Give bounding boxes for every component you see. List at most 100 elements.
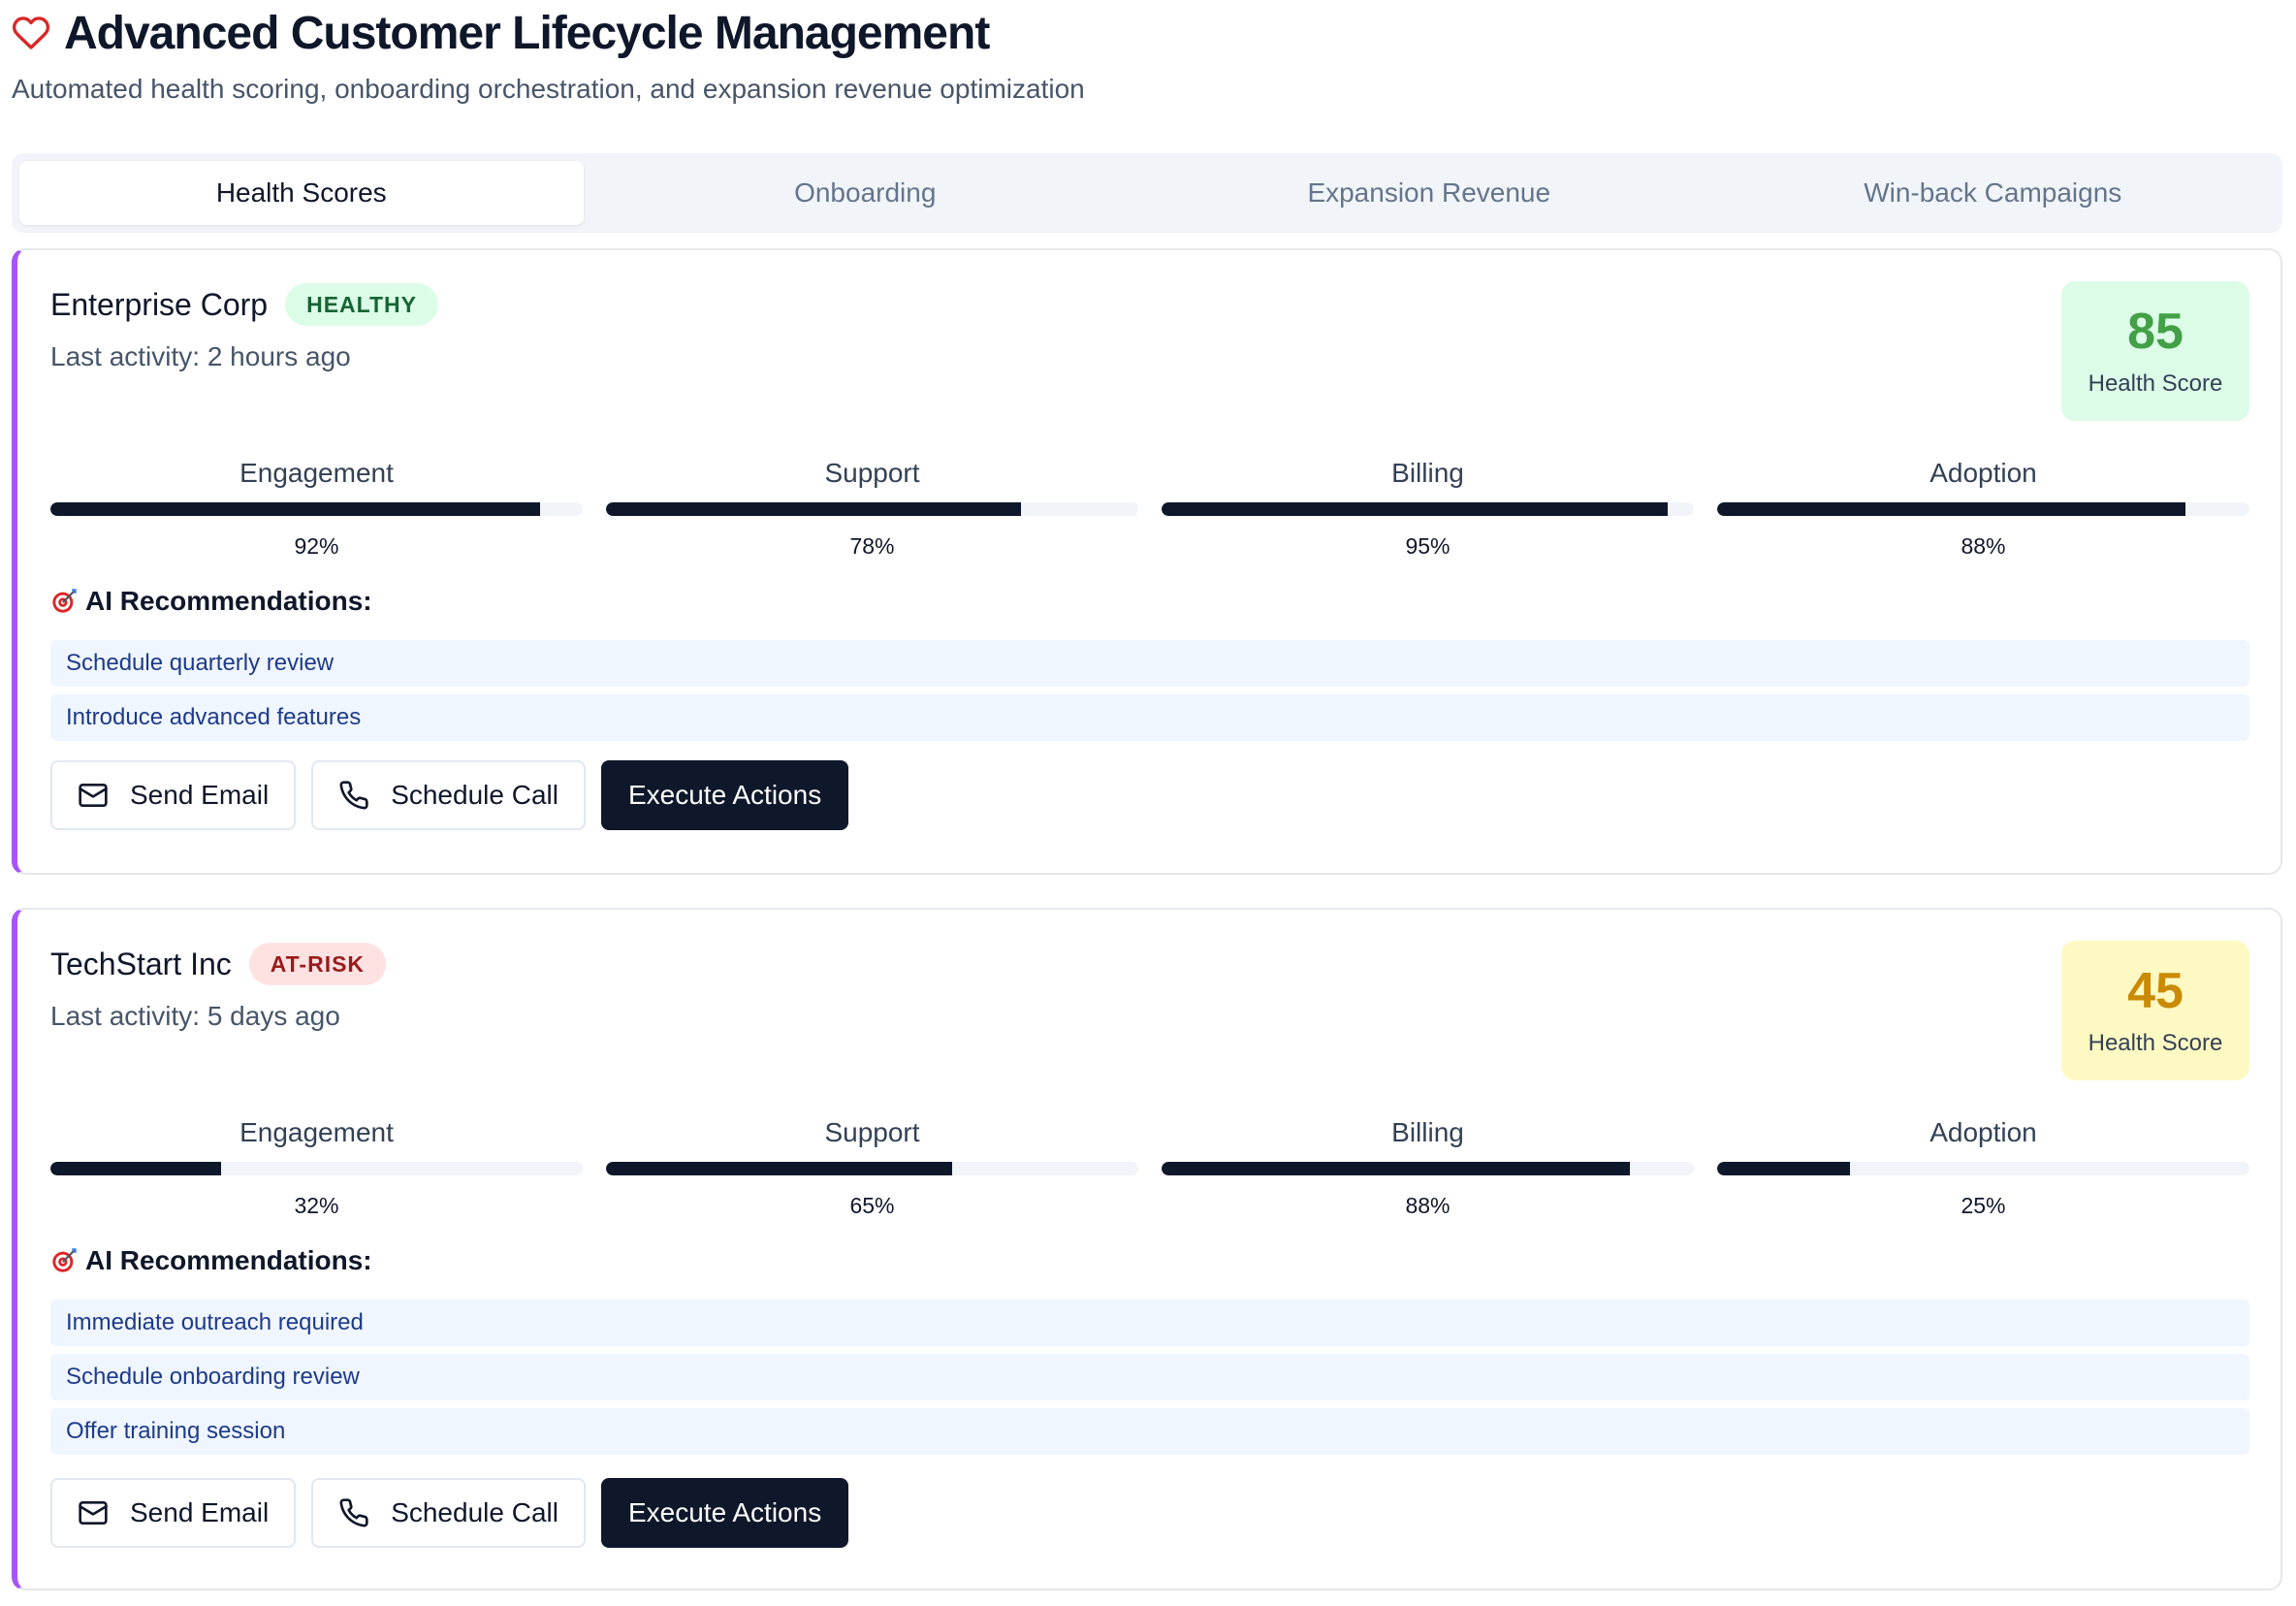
progress-bar-fill xyxy=(1162,1162,1631,1175)
metric-label: Engagement xyxy=(239,1117,394,1147)
metric-label: Engagement xyxy=(239,458,394,488)
recommendations-title: AI Recommendations: xyxy=(85,1245,372,1275)
health-score-label: Health Score xyxy=(2088,370,2223,397)
target-icon xyxy=(50,1247,78,1274)
metrics-row: Engagement 92% Support 78% Billing 95% A… xyxy=(50,456,2249,560)
schedule-call-button[interactable]: Schedule Call xyxy=(311,1478,586,1548)
send-email-button[interactable]: Send Email xyxy=(50,1478,297,1548)
metric-adoption: Adoption 25% xyxy=(1717,1115,2249,1219)
recommendation-item: Introduce advanced features xyxy=(50,694,2249,741)
progress-bar-fill xyxy=(50,502,541,516)
progress-bar-fill xyxy=(606,1162,952,1175)
metric-engagement: Engagement 32% xyxy=(50,1115,583,1219)
title-row: Advanced Customer Lifecycle Management xyxy=(12,6,1085,60)
customer-header: TechStart Inc AT-RISK xyxy=(50,943,387,985)
metric-label: Billing xyxy=(1391,458,1464,488)
recommendation-item: Offer training session xyxy=(50,1408,2249,1455)
metric-value: 25% xyxy=(1961,1193,2006,1218)
tab-bar: Health Scores Onboarding Expansion Reven… xyxy=(12,153,2282,233)
metric-value: 88% xyxy=(1405,1193,1451,1218)
recommendation-item: Schedule onboarding review xyxy=(50,1354,2249,1400)
metric-engagement: Engagement 92% xyxy=(50,456,583,560)
progress-bar-fill xyxy=(1162,502,1668,516)
last-activity: Last activity: 5 days ago xyxy=(50,1001,340,1031)
progress-bar-fill xyxy=(1717,1162,1851,1175)
action-buttons: Send Email Schedule Call Execute Actions xyxy=(50,1478,849,1548)
phone-icon xyxy=(338,1497,369,1528)
metric-support: Support 65% xyxy=(606,1115,1138,1219)
schedule-call-label: Schedule Call xyxy=(391,1497,558,1527)
progress-bar xyxy=(50,1162,583,1175)
progress-bar-fill xyxy=(1717,502,2186,516)
progress-bar xyxy=(606,502,1138,516)
progress-bar xyxy=(1717,1162,2249,1175)
recommendation-item: Immediate outreach required xyxy=(50,1300,2249,1346)
recommendations-list: Immediate outreach required Schedule onb… xyxy=(50,1300,2249,1462)
progress-bar xyxy=(1162,502,1694,516)
send-email-label: Send Email xyxy=(130,1497,270,1527)
target-icon xyxy=(50,588,78,615)
schedule-call-label: Schedule Call xyxy=(391,780,558,810)
progress-bar-fill xyxy=(606,502,1022,516)
progress-bar xyxy=(50,502,583,516)
status-badge: AT-RISK xyxy=(248,943,387,985)
page-subtitle: Automated health scoring, onboarding orc… xyxy=(12,74,1085,104)
health-score-label: Health Score xyxy=(2088,1030,2223,1056)
header: Advanced Customer Lifecycle Management A… xyxy=(12,6,1085,105)
schedule-call-button[interactable]: Schedule Call xyxy=(311,760,586,830)
customer-card-content: TechStart Inc AT-RISK Last activity: 5 d… xyxy=(50,910,2249,1589)
tab-onboarding[interactable]: Onboarding xyxy=(584,161,1148,225)
progress-bar xyxy=(1162,1162,1694,1175)
phone-icon xyxy=(338,780,369,811)
metrics-row: Engagement 32% Support 65% Billing 88% A… xyxy=(50,1115,2249,1219)
health-score-box: 85 Health Score xyxy=(2061,281,2249,421)
recommendations-heading: AI Recommendations: xyxy=(50,586,372,617)
metric-value: 88% xyxy=(1961,533,2006,559)
customer-card: Enterprise Corp HEALTHY Last activity: 2… xyxy=(12,248,2282,875)
metric-adoption: Adoption 88% xyxy=(1717,456,2249,560)
tab-expansion-revenue[interactable]: Expansion Revenue xyxy=(1147,161,1711,225)
customer-card-content: Enterprise Corp HEALTHY Last activity: 2… xyxy=(50,250,2249,873)
send-email-button[interactable]: Send Email xyxy=(50,760,297,830)
recommendation-item: Schedule quarterly review xyxy=(50,640,2249,687)
customer-header: Enterprise Corp HEALTHY xyxy=(50,283,438,326)
progress-bar-fill xyxy=(50,1162,221,1175)
tab-win-back-campaigns[interactable]: Win-back Campaigns xyxy=(1711,161,2276,225)
recommendations-heading: AI Recommendations: xyxy=(50,1245,372,1276)
metric-billing: Billing 95% xyxy=(1162,456,1694,560)
customer-card: TechStart Inc AT-RISK Last activity: 5 d… xyxy=(12,908,2282,1590)
heart-icon xyxy=(12,14,50,52)
health-score-value: 45 xyxy=(2127,963,2184,1019)
recommendations-title: AI Recommendations: xyxy=(85,586,372,616)
page-title: Advanced Customer Lifecycle Management xyxy=(64,7,990,59)
metric-value: 65% xyxy=(849,1193,895,1218)
action-buttons: Send Email Schedule Call Execute Actions xyxy=(50,760,849,830)
metric-label: Support xyxy=(824,458,920,488)
page: Advanced Customer Lifecycle Management A… xyxy=(0,0,2296,1606)
status-badge: HEALTHY xyxy=(285,283,438,326)
health-score-value: 85 xyxy=(2127,304,2184,360)
metric-value: 92% xyxy=(294,533,339,559)
metric-billing: Billing 88% xyxy=(1162,1115,1694,1219)
metric-label: Adoption xyxy=(1929,1117,2037,1147)
send-email-label: Send Email xyxy=(130,780,270,810)
mail-icon xyxy=(78,1497,109,1528)
metric-value: 78% xyxy=(849,533,895,559)
progress-bar xyxy=(606,1162,1138,1175)
metric-label: Billing xyxy=(1391,1117,1464,1147)
metric-label: Support xyxy=(824,1117,920,1147)
execute-actions-button[interactable]: Execute Actions xyxy=(600,1478,849,1548)
metric-label: Adoption xyxy=(1929,458,2037,488)
mail-icon xyxy=(78,780,109,811)
tab-health-scores[interactable]: Health Scores xyxy=(19,161,584,225)
customer-name: TechStart Inc xyxy=(50,946,232,981)
progress-bar xyxy=(1717,502,2249,516)
metric-support: Support 78% xyxy=(606,456,1138,560)
execute-actions-button[interactable]: Execute Actions xyxy=(600,760,849,830)
last-activity: Last activity: 2 hours ago xyxy=(50,341,351,371)
metric-value: 32% xyxy=(294,1193,339,1218)
recommendations-list: Schedule quarterly review Introduce adva… xyxy=(50,640,2249,749)
customer-name: Enterprise Corp xyxy=(50,286,269,322)
health-score-box: 45 Health Score xyxy=(2061,941,2249,1080)
metric-value: 95% xyxy=(1405,533,1451,559)
